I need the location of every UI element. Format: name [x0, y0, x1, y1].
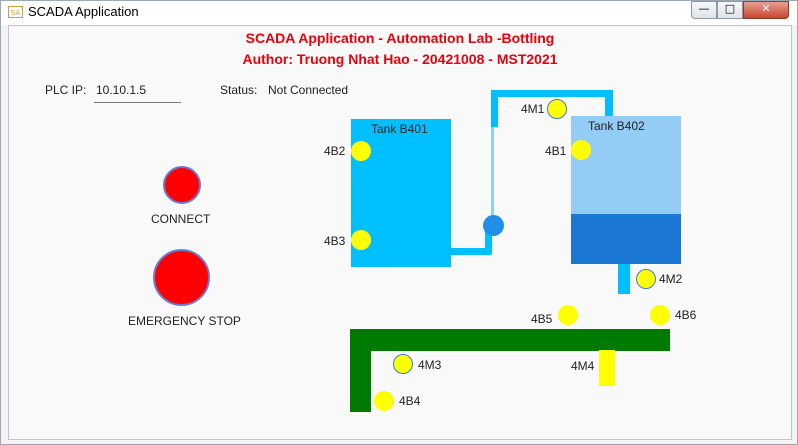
sensor-4b5-label: 4B5	[531, 312, 553, 326]
close-icon: ✕	[761, 2, 771, 15]
conveyor-horizontal	[350, 329, 670, 351]
minimize-button[interactable]: —	[691, 1, 717, 19]
motor-4m3-indicator	[393, 354, 413, 374]
sensor-4b2-indicator	[351, 141, 371, 161]
tank-b402-outlet	[618, 264, 630, 294]
sensor-4b3-label: 4B3	[324, 234, 346, 248]
sensor-4b5-indicator	[558, 305, 578, 325]
application-window: SA SCADA Application — □ ✕ SCADA Applica…	[0, 0, 798, 445]
motor-4m2-indicator	[636, 269, 656, 289]
emergency-stop-button[interactable]	[153, 249, 210, 306]
tank-b402	[571, 116, 681, 264]
pipe-crossover	[491, 90, 613, 97]
sensor-4b2-label: 4B2	[324, 144, 346, 158]
sensor-4b4-label: 4B4	[399, 394, 421, 408]
status-label: Status:	[220, 83, 258, 97]
sensor-4b4-indicator	[374, 391, 394, 411]
minimize-icon: —	[698, 2, 710, 15]
window-title: SCADA Application	[28, 4, 139, 19]
tank-b402-level	[571, 213, 681, 264]
motor-4m2-label: 4M2	[659, 272, 683, 286]
sensor-4b1-label: 4B1	[545, 144, 567, 158]
motor-4m1-indicator	[547, 99, 567, 119]
maximize-button[interactable]: □	[717, 1, 743, 19]
title-bar: SA SCADA Application — □ ✕	[1, 1, 797, 25]
sensor-4b1-indicator	[571, 140, 591, 160]
maximize-icon: □	[724, 2, 736, 15]
motor-4m4-actuator	[599, 350, 615, 386]
motor-4m3-label: 4M3	[418, 358, 442, 372]
plc-ip-input[interactable]	[94, 78, 181, 103]
pipe-inlet-b402	[605, 90, 613, 118]
plc-ip-label: PLC IP:	[45, 83, 87, 97]
app-icon: SA	[8, 6, 23, 18]
pipe-valve-indicator	[483, 215, 504, 236]
emergency-stop-label: EMERGENCY STOP	[128, 314, 241, 328]
conveyor-vertical	[350, 329, 371, 412]
sensor-4b3-indicator	[351, 230, 371, 250]
connect-label: CONNECT	[151, 212, 211, 226]
motor-4m1-label: 4M1	[521, 102, 545, 116]
sensor-4b6-label: 4B6	[675, 308, 697, 322]
connect-button[interactable]	[163, 166, 201, 204]
close-button[interactable]: ✕	[743, 1, 789, 19]
page-title: SCADA Application - Automation Lab -Bott…	[245, 30, 555, 46]
motor-4m4-label: 4M4	[571, 359, 595, 373]
author-line: Author: Truong Nhat Hao - 20421008 - MST…	[242, 51, 558, 67]
sensor-4b6-indicator	[650, 305, 670, 325]
tank-b401-label: Tank B401	[371, 122, 428, 136]
tank-b402-label: Tank B402	[588, 119, 645, 133]
status-value: Not Connected	[268, 83, 349, 97]
pipe-riser-upper	[491, 119, 494, 225]
